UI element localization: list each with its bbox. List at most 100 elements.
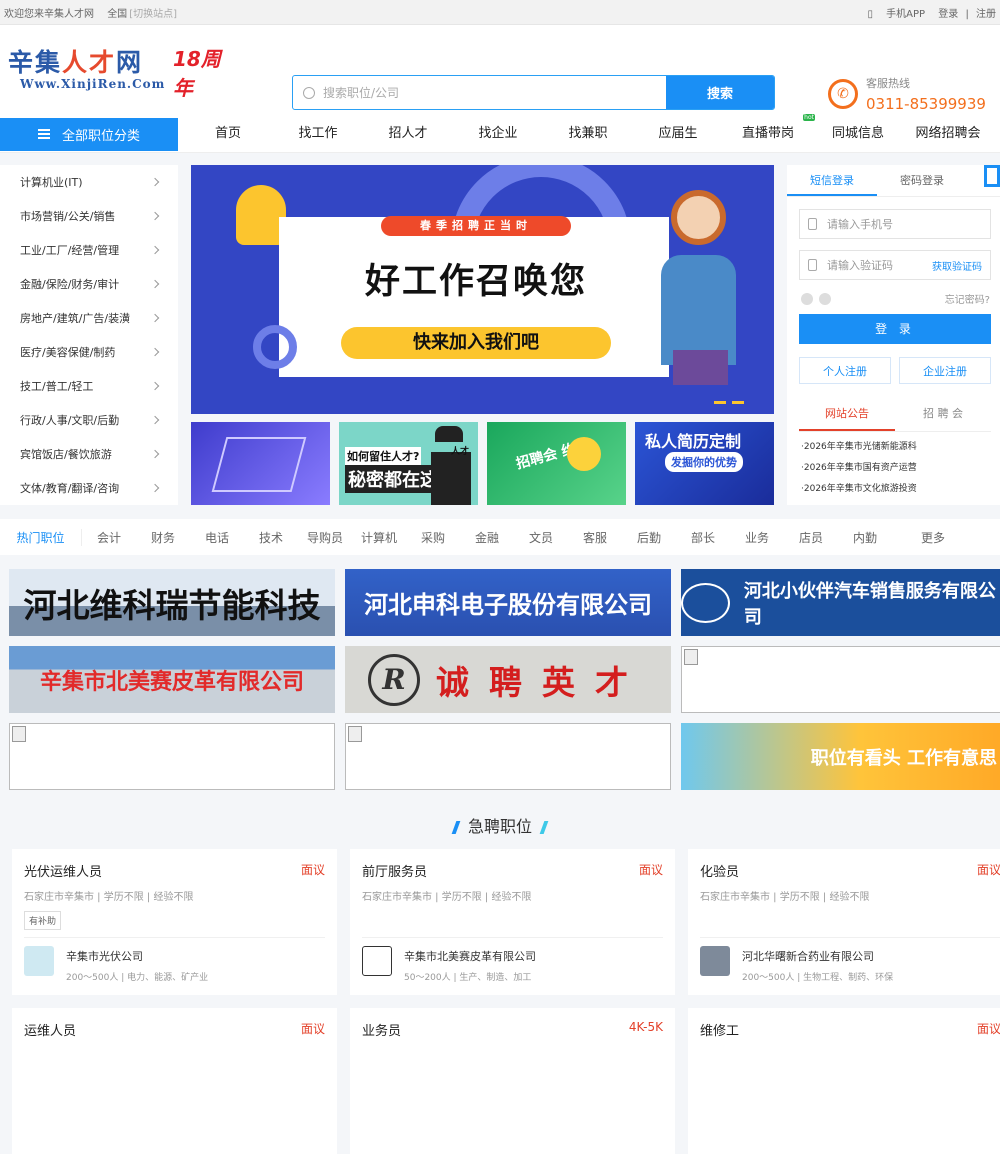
tab-job-fairs[interactable]: 招 聘 会 [895, 405, 991, 431]
hot-job-link[interactable]: 店员 [784, 529, 838, 546]
promo-card[interactable] [191, 422, 330, 505]
company-info[interactable]: 河北华曙新合药业有限公司 200～500人 | 生物工程、制药、环保 [700, 937, 1000, 983]
hot-job-link[interactable]: 会计 [82, 529, 136, 546]
decor-slash [451, 821, 461, 834]
hot-job-link[interactable]: 客服 [568, 529, 622, 546]
job-salary: 面议 [638, 863, 663, 877]
job-title[interactable]: 光伏运维人员 [24, 861, 325, 880]
company-name[interactable]: 河北华曙新合药业有限公司 [742, 948, 893, 964]
job-card[interactable]: 维修工 面议 [688, 1008, 1000, 1154]
site-logo[interactable]: 辛集人才网 Www.XinjiRen.Com 18周年 [8, 43, 238, 103]
notice-item[interactable]: ·2026年辛集市光储新能源科 [801, 437, 917, 458]
hot-jobs-bar: 热门职位 会计 财务 电话 技术 导购员 计算机 采购 金融 文员 客服 后勤 … [0, 519, 1000, 555]
login-link[interactable]: 登录 [938, 9, 958, 20]
tab-notices[interactable]: 网站公告 [799, 405, 895, 431]
promo-card[interactable]: 私人简历定制 发掘你的优势 [635, 422, 774, 505]
job-title[interactable]: 维修工 [700, 1020, 1000, 1039]
nav-local-info[interactable]: 同城信息 [813, 122, 903, 141]
promo-card[interactable]: 招聘会 约起 [487, 422, 626, 505]
category-item[interactable]: 宾馆饭店/餐饮旅游 [0, 437, 178, 471]
nav-online-fair[interactable]: 网络招聘会 [903, 122, 993, 141]
job-card[interactable]: 运维人员 面议 [12, 1008, 337, 1154]
urgent-jobs-heading: 急聘职位 [0, 813, 1000, 837]
broken-image-ad[interactable] [345, 723, 671, 790]
search-input[interactable]: 搜索职位/公司 [293, 76, 666, 109]
more-link[interactable]: 更多 [906, 529, 960, 546]
job-title[interactable]: 业务员 [362, 1020, 663, 1039]
mobile-app-link[interactable]: ▯ 手机APP [867, 9, 925, 20]
qr-code-icon[interactable] [984, 165, 1000, 187]
search-button[interactable]: 搜索 [666, 76, 774, 109]
nav-find-company[interactable]: 找企业 [453, 122, 543, 141]
phone-field[interactable]: 请输入手机号 [799, 209, 991, 239]
job-title[interactable]: 前厅服务员 [362, 861, 663, 880]
job-card[interactable]: 化验员 面议 石家庄市辛集市 | 学历不限 | 经验不限 河北华曙新合药业有限公… [688, 849, 1000, 995]
wechat-icon[interactable] [819, 293, 831, 305]
job-card[interactable]: 业务员 4K-5K [350, 1008, 675, 1154]
company-ad[interactable]: 辛集市北美赛皮革有限公司 [9, 646, 335, 713]
job-card[interactable]: 前厅服务员 面议 石家庄市辛集市 | 学历不限 | 经验不限 辛集市北美赛皮革有… [350, 849, 675, 995]
promo-text: 发掘你的优势 [665, 452, 743, 472]
company-ad[interactable]: 河北维科瑞节能科技 [9, 569, 335, 636]
login-button[interactable]: 登 录 [799, 314, 991, 344]
main-banner[interactable]: 春季招聘正当时 好工作召唤您 快来加入我们吧 [191, 165, 774, 414]
company-name[interactable]: 辛集市北美赛皮革有限公司 [404, 948, 536, 964]
company-info[interactable]: 辛集市光伏公司 200～500人 | 电力、能源、矿产业 [24, 937, 325, 983]
category-item[interactable]: 计算机业(IT) [0, 165, 178, 199]
company-register-button[interactable]: 企业注册 [899, 357, 991, 384]
register-link[interactable]: 注册 [976, 9, 996, 20]
all-categories-button[interactable]: 全部职位分类 [0, 117, 178, 151]
nav-part-time[interactable]: 找兼职 [543, 122, 633, 141]
category-item[interactable]: 行政/人事/文职/后勤 [0, 403, 178, 437]
hot-job-link[interactable]: 后勤 [622, 529, 676, 546]
hot-job-link[interactable]: 金融 [460, 529, 514, 546]
personal-register-button[interactable]: 个人注册 [799, 357, 891, 384]
nav-home[interactable]: 首页 [183, 122, 273, 141]
company-ad[interactable]: 河北申科电子股份有限公司 [345, 569, 671, 636]
qq-icon[interactable] [801, 293, 813, 305]
job-title[interactable]: 运维人员 [24, 1020, 325, 1039]
tab-password-login[interactable]: 密码登录 [877, 165, 967, 196]
company-name[interactable]: 辛集市光伏公司 [66, 948, 208, 964]
category-item[interactable]: 房地产/建筑/广告/装潢 [0, 301, 178, 335]
tab-sms-login[interactable]: 短信登录 [787, 165, 877, 196]
category-sidebar: 计算机业(IT) 市场营销/公关/销售 工业/工厂/经营/管理 金融/保险/财务… [0, 165, 178, 505]
banner-dots[interactable] [708, 401, 744, 404]
code-field[interactable]: 请输入验证码 获取验证码 [799, 250, 991, 280]
job-card[interactable]: 光伏运维人员 面议 石家庄市辛集市 | 学历不限 | 经验不限 有补助 辛集市光… [12, 849, 337, 995]
hot-job-link[interactable]: 内勤 [838, 529, 892, 546]
company-ad[interactable]: 河北小伙伴汽车销售服务有限公司 [681, 569, 1000, 636]
hot-job-link[interactable]: 采购 [406, 529, 460, 546]
notice-item[interactable]: ·2026年辛集市文化旅游投资 [801, 479, 917, 500]
switch-site-link[interactable]: [切换站点] [129, 9, 177, 20]
hot-job-link[interactable]: 计算机 [352, 529, 406, 546]
notice-item[interactable]: ·2026年辛集市国有资产运营 [801, 458, 917, 479]
nav-graduates[interactable]: 应届生 [633, 122, 723, 141]
job-title[interactable]: 化验员 [700, 861, 1000, 880]
company-info[interactable]: 辛集市北美赛皮革有限公司 50～200人 | 生产、制造、加工 [362, 937, 663, 983]
category-item[interactable]: 文体/教育/翻译/咨询 [0, 471, 178, 505]
nav-find-job[interactable]: 找工作 [273, 122, 363, 141]
category-item[interactable]: 医疗/美容保健/制药 [0, 335, 178, 369]
category-item[interactable]: 市场营销/公关/销售 [0, 199, 178, 233]
promo-card[interactable]: 如何留住人才? 秘密都在这里 人才 [339, 422, 478, 505]
category-item[interactable]: 技工/普工/轻工 [0, 369, 178, 403]
hot-job-link[interactable]: 电话 [190, 529, 244, 546]
nav-live[interactable]: 直播带岗 [723, 113, 816, 141]
hot-job-link[interactable]: 业务 [730, 529, 784, 546]
nav-recruit[interactable]: 招人才 [363, 122, 453, 141]
category-item[interactable]: 金融/保险/财务/审计 [0, 267, 178, 301]
get-code-button[interactable]: 获取验证码 [932, 258, 982, 273]
job-meta: 石家庄市辛集市 | 学历不限 | 经验不限 [362, 892, 532, 903]
hot-job-link[interactable]: 文员 [514, 529, 568, 546]
forgot-password-link[interactable]: 忘记密码? [945, 291, 990, 306]
hot-job-link[interactable]: 财务 [136, 529, 190, 546]
company-ad[interactable]: 职位有看头 工作有意思 [681, 723, 1000, 790]
category-item[interactable]: 工业/工厂/经营/管理 [0, 233, 178, 267]
company-ad[interactable]: R 诚聘英才 [345, 646, 671, 713]
broken-image-ad[interactable] [681, 646, 1000, 713]
hot-job-link[interactable]: 技术 [244, 529, 298, 546]
broken-image-ad[interactable] [9, 723, 335, 790]
hot-job-link[interactable]: 导购员 [298, 529, 352, 546]
hot-job-link[interactable]: 部长 [676, 529, 730, 546]
